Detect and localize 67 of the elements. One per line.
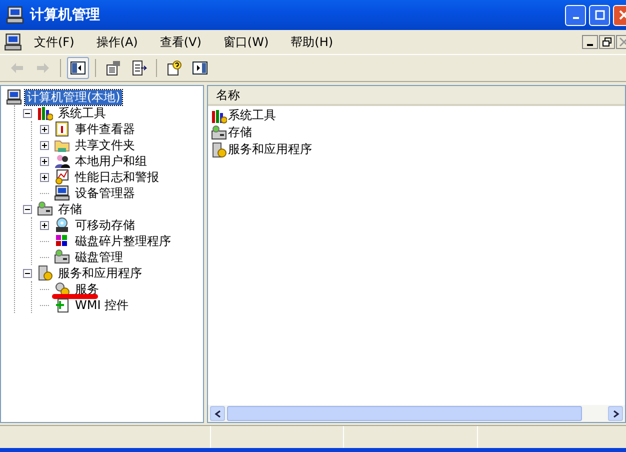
log-icon [54, 121, 70, 137]
menu-item[interactable]: 操作(A) [86, 34, 148, 50]
tree-item[interactable]: 本地用户和组 [73, 154, 149, 168]
tree-item[interactable]: 磁盘管理 [73, 250, 125, 264]
tree-item[interactable]: 存储 [56, 202, 84, 216]
pane-icon [192, 60, 208, 76]
help-icon [166, 60, 182, 76]
server-icon [37, 265, 53, 281]
expand-toggle[interactable] [40, 220, 49, 230]
menu-item[interactable]: 文件(F) [24, 34, 84, 50]
horizontal-scrollbar[interactable] [208, 405, 625, 422]
disc-icon [54, 217, 70, 233]
scroll-right-button[interactable] [608, 406, 623, 421]
scroll-thumb[interactable] [227, 406, 582, 421]
column-header[interactable]: 名称 [208, 86, 240, 104]
monitor-icon [54, 185, 70, 201]
expand-toggle[interactable] [40, 156, 49, 166]
window-title: 计算机管理 [30, 6, 100, 24]
wmi-icon [54, 297, 70, 313]
expand-toggle[interactable] [23, 204, 32, 214]
computer-icon [6, 89, 22, 105]
users-icon [54, 153, 70, 169]
tree-pane-button[interactable] [67, 57, 89, 79]
tree-item[interactable]: 事件查看器 [73, 122, 137, 136]
computer-icon[interactable] [4, 33, 22, 51]
expand-toggle[interactable] [23, 268, 32, 278]
tree-item[interactable]: 服务和应用程序 [56, 266, 144, 280]
tree-item[interactable]: 共享文件夹 [73, 138, 137, 152]
tree-item[interactable]: 磁盘碎片整理程序 [73, 234, 173, 248]
maximize-icon [594, 10, 604, 20]
minimize-button[interactable] [582, 35, 598, 49]
scroll-left-button[interactable] [210, 406, 225, 421]
disk-icon [54, 249, 70, 265]
tree-pane-icon [70, 60, 86, 76]
menu-item[interactable]: 窗口(W) [213, 34, 279, 50]
list-item[interactable]: 存储 [228, 124, 252, 141]
tree-item[interactable]: 系统工具 [56, 106, 108, 120]
menu-item[interactable]: 帮助(H) [280, 34, 344, 50]
properties-icon [105, 60, 121, 76]
menu-item[interactable]: 查看(V) [150, 34, 212, 50]
restore-icon [602, 37, 612, 47]
expand-toggle[interactable] [40, 172, 49, 182]
computer-icon [6, 6, 24, 24]
list-item[interactable]: 系统工具 [228, 107, 276, 124]
list-item[interactable]: 服务和应用程序 [228, 141, 312, 158]
drive-icon [37, 201, 53, 217]
close-icon [619, 37, 626, 47]
expand-toggle[interactable] [40, 140, 49, 150]
defrag-icon [54, 233, 70, 249]
tree-item[interactable]: 服务 [73, 282, 101, 296]
tree-item[interactable]: WMI 控件 [73, 298, 131, 312]
minimize-icon [572, 17, 578, 19]
minimize-icon [587, 44, 593, 46]
server-icon [211, 142, 227, 158]
tree-item[interactable]: 计算机管理(本地) [25, 90, 122, 104]
restore-button[interactable] [599, 35, 615, 49]
expand-toggle[interactable] [40, 124, 49, 134]
expand-toggle[interactable] [23, 108, 32, 118]
export-icon [131, 60, 147, 76]
close-icon [618, 10, 626, 20]
tree-item[interactable]: 性能日志和警报 [73, 170, 161, 184]
drive-icon [211, 124, 227, 140]
maximize-button[interactable] [589, 4, 610, 26]
forward-arrow-icon [35, 60, 51, 76]
chart-icon [54, 169, 70, 185]
tree-item[interactable]: 设备管理器 [73, 186, 137, 200]
tree-item[interactable]: 可移动存储 [73, 218, 137, 232]
